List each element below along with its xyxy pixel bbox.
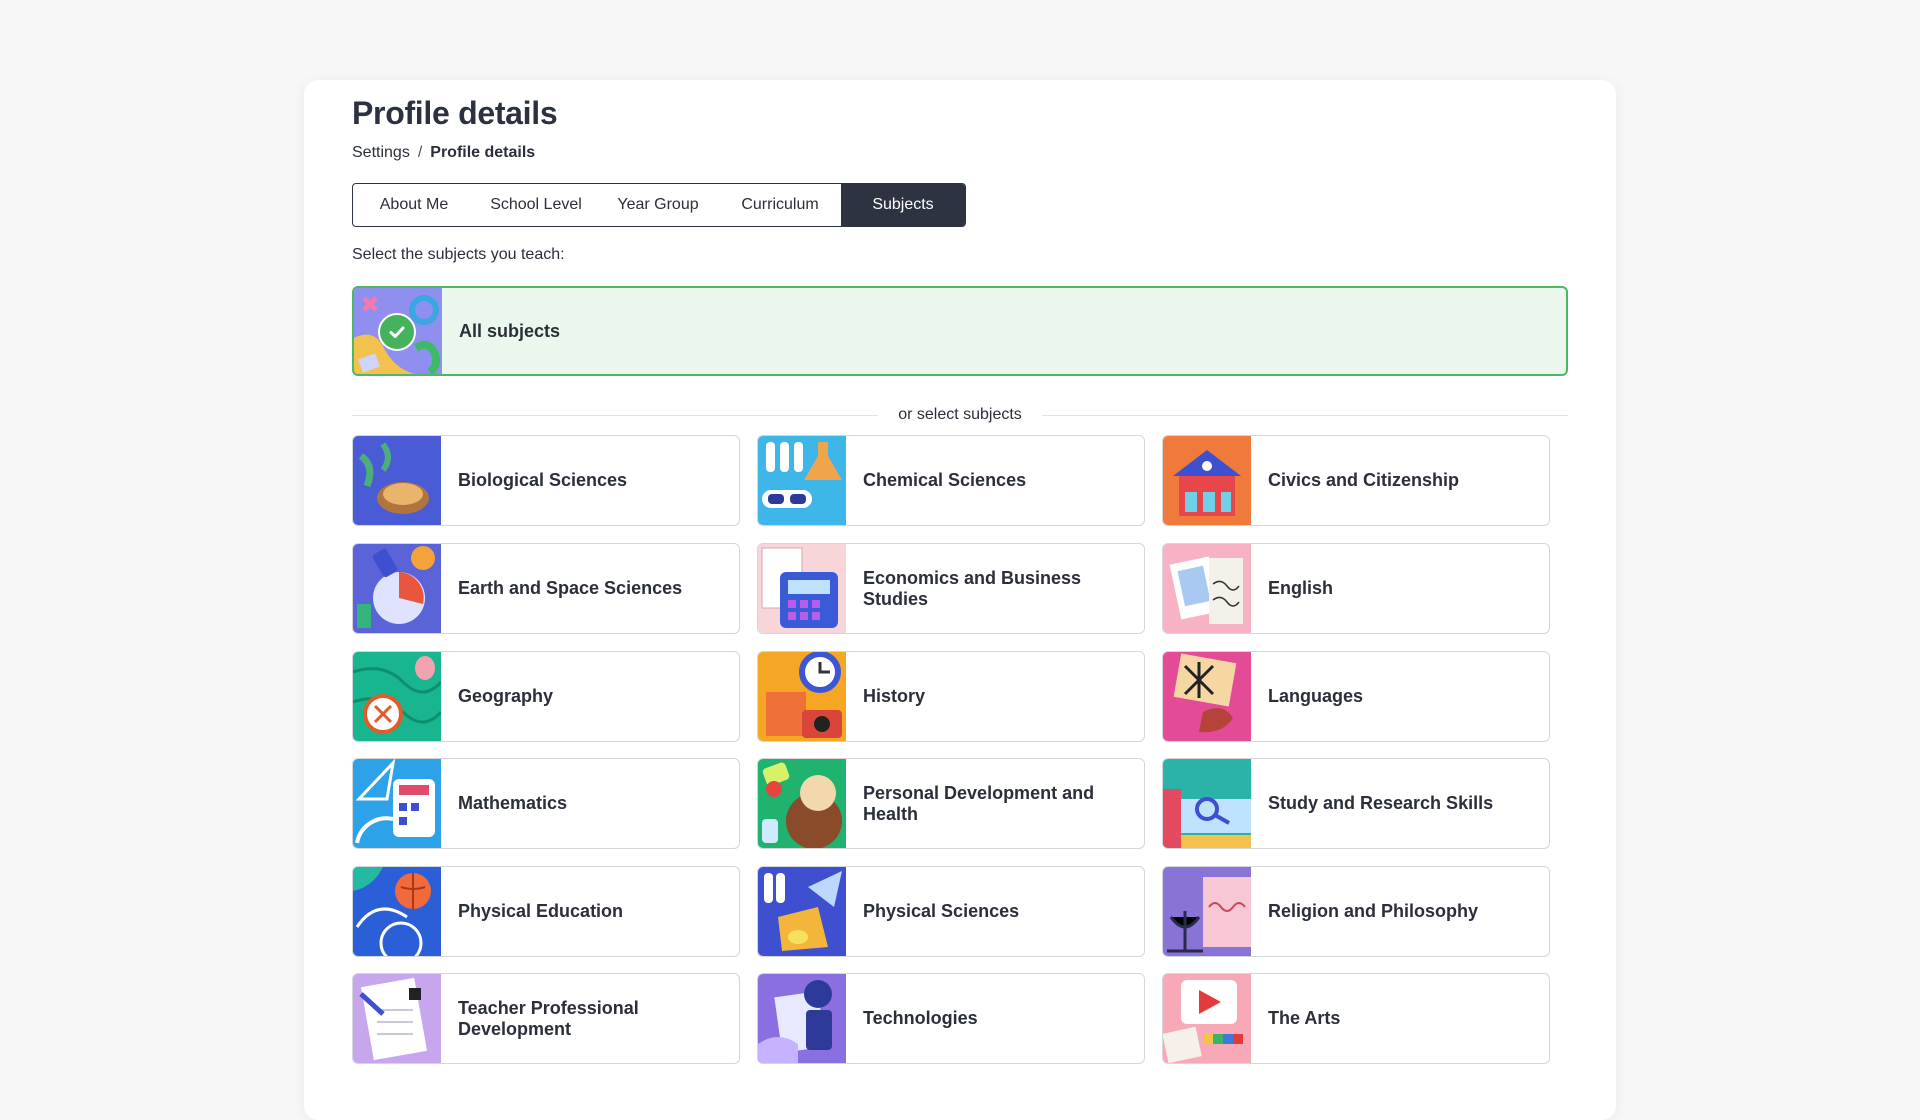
subject-label: Earth and Space Sciences — [458, 578, 683, 598]
subject-label: Languages — [1268, 686, 1364, 706]
subject-option-teacher-professional-development[interactable]: Teacher Professional Development — [352, 973, 740, 1064]
page-title: Profile details — [352, 95, 558, 131]
subject-option-physical-education[interactable]: Physical Education — [352, 866, 740, 957]
subject-label: Geography — [458, 686, 554, 706]
subjects-prompt: Select the subjects you teach: — [352, 246, 565, 263]
subject-option-the-arts[interactable]: The Arts — [1162, 973, 1550, 1064]
prism-illustration — [758, 867, 846, 956]
subject-label: Physical Education — [458, 901, 624, 921]
subject-label: The Arts — [1268, 1008, 1341, 1028]
breadcrumb-separator: / — [417, 144, 423, 161]
subject-label: Personal Development and Health — [863, 782, 1095, 824]
profile-tabs: About Me School Level Year Group Curricu… — [352, 183, 966, 227]
palette-illustration — [1163, 974, 1251, 1063]
subject-option-religion-and-philosophy[interactable]: Religion and Philosophy — [1162, 866, 1550, 957]
subject-label: Civics and Citizenship — [1268, 470, 1460, 490]
subject-option-civics-and-citizenship[interactable]: Civics and Citizenship — [1162, 435, 1550, 526]
subject-label: Teacher Professional Development — [458, 997, 639, 1039]
subject-option-biological-sciences[interactable]: Biological Sciences — [352, 435, 740, 526]
subject-label: English — [1268, 578, 1334, 598]
breadcrumb-settings-link[interactable]: Settings — [352, 144, 410, 161]
breadcrumb-current: Profile details — [430, 144, 536, 161]
test-tubes-illustration — [758, 436, 846, 525]
all-subjects-label: All subjects — [459, 320, 561, 341]
speech-illustration — [1163, 652, 1251, 741]
or-select-divider: or select subjects — [352, 405, 1568, 425]
planet-illustration — [353, 544, 441, 633]
subject-option-technologies[interactable]: Technologies — [757, 973, 1145, 1064]
subject-label: Economics and Business Studies — [863, 567, 1082, 609]
subject-option-study-and-research-skills[interactable]: Study and Research Skills — [1162, 758, 1550, 849]
check-icon — [378, 313, 416, 351]
ball-illustration — [353, 867, 441, 956]
subject-option-earth-and-space-sciences[interactable]: Earth and Space Sciences — [352, 543, 740, 634]
calculator-illustration — [758, 544, 846, 633]
subject-label: Chemical Sciences — [863, 470, 1027, 490]
tab-school-level[interactable]: School Level — [475, 184, 597, 226]
subject-option-english[interactable]: English — [1162, 543, 1550, 634]
notepad-illustration — [353, 974, 441, 1063]
tab-subjects[interactable]: Subjects — [841, 184, 965, 226]
robot-illustration — [758, 974, 846, 1063]
tab-curriculum[interactable]: Curriculum — [719, 184, 841, 226]
subject-option-personal-development-and-health[interactable]: Personal Development and Health — [757, 758, 1145, 849]
parliament-illustration — [1163, 436, 1251, 525]
magnifier-illustration — [1163, 759, 1251, 848]
subject-option-economics-and-business-studies[interactable]: Economics and Business Studies — [757, 543, 1145, 634]
clock-illustration — [758, 652, 846, 741]
menorah-illustration — [1163, 867, 1251, 956]
profile-card: Profile details Settings / Profile details… — [304, 80, 1616, 1120]
turtle-illustration — [353, 436, 441, 525]
all-subjects-illustration — [354, 288, 442, 374]
compass-illustration — [353, 652, 441, 741]
subject-label: History — [863, 686, 926, 706]
subject-label: Mathematics — [458, 793, 568, 813]
subject-option-chemical-sciences[interactable]: Chemical Sciences — [757, 435, 1145, 526]
subject-option-mathematics[interactable]: Mathematics — [352, 758, 740, 849]
subject-label: Technologies — [863, 1008, 978, 1028]
subject-label: Religion and Philosophy — [1268, 901, 1479, 921]
subject-label: Biological Sciences — [458, 470, 628, 490]
subject-option-geography[interactable]: Geography — [352, 651, 740, 742]
wellbeing-illustration — [758, 759, 846, 848]
subject-option-physical-sciences[interactable]: Physical Sciences — [757, 866, 1145, 957]
divider-text: or select subjects — [898, 406, 1022, 423]
subject-option-languages[interactable]: Languages — [1162, 651, 1550, 742]
subject-label: Physical Sciences — [863, 901, 1020, 921]
subject-option-history[interactable]: History — [757, 651, 1145, 742]
breadcrumb: Settings / Profile details — [352, 144, 535, 162]
protractor-illustration — [353, 759, 441, 848]
tab-about-me[interactable]: About Me — [353, 184, 475, 226]
subject-label: Study and Research Skills — [1268, 793, 1494, 813]
tab-year-group[interactable]: Year Group — [597, 184, 719, 226]
all-subjects-option[interactable]: All subjects — [352, 286, 1568, 376]
book-illustration — [1163, 544, 1251, 633]
